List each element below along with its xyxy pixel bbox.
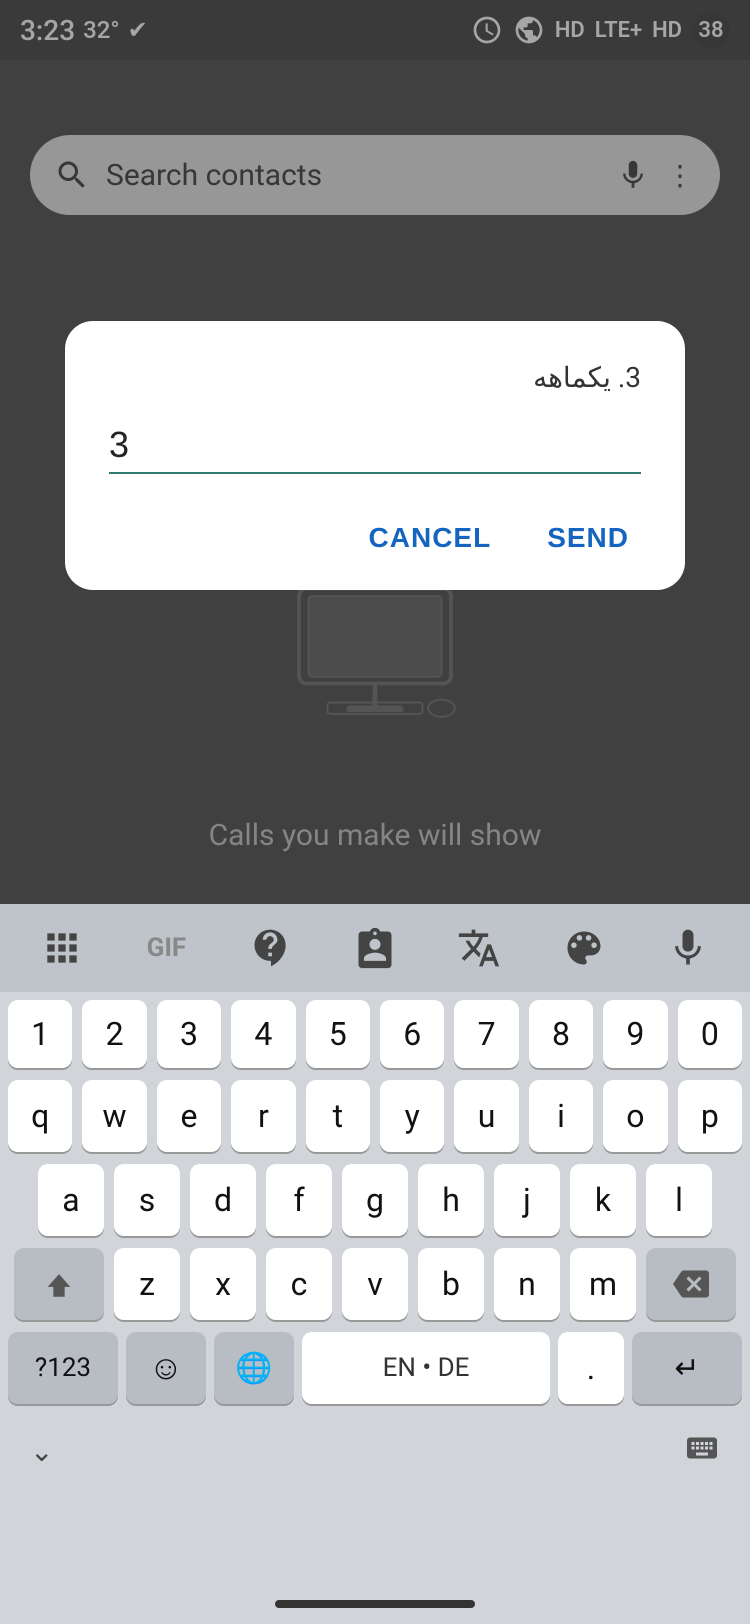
translate-icon	[457, 926, 501, 970]
gif-label: GIF	[147, 933, 187, 963]
palette-icon	[562, 926, 606, 970]
dialog: 3. یکماهه CANCEL SEND	[65, 321, 685, 590]
key-f[interactable]: f	[266, 1164, 332, 1236]
apps-icon	[40, 926, 84, 970]
key-w[interactable]: w	[82, 1080, 146, 1152]
dialog-input[interactable]	[109, 424, 641, 474]
dialog-actions: CANCEL SEND	[109, 514, 641, 562]
emoji-key[interactable]: ☺	[126, 1332, 206, 1404]
row-qwerty: q w e r t y u i o p	[8, 1080, 742, 1152]
clipboard-toolbar-button[interactable]	[335, 918, 415, 978]
row-zxcv: z x c v b n m	[8, 1248, 742, 1320]
dialog-overlay: 3. یکماهه CANCEL SEND	[0, 0, 750, 910]
key-y[interactable]: y	[380, 1080, 444, 1152]
keyboard-layout-icon	[684, 1430, 720, 1466]
keyboard-icon[interactable]	[684, 1430, 720, 1473]
gif-toolbar-button[interactable]: GIF	[126, 918, 206, 978]
palette-toolbar-button[interactable]	[544, 918, 624, 978]
key-b[interactable]: b	[418, 1248, 484, 1320]
backspace-icon	[673, 1266, 709, 1302]
key-3[interactable]: 3	[157, 1000, 221, 1068]
key-c[interactable]: c	[266, 1248, 332, 1320]
key-8[interactable]: 8	[529, 1000, 593, 1068]
mic-toolbar-button[interactable]	[648, 918, 728, 978]
key-7[interactable]: 7	[454, 1000, 518, 1068]
key-a[interactable]: a	[38, 1164, 104, 1236]
key-9[interactable]: 9	[603, 1000, 667, 1068]
key-s[interactable]: s	[114, 1164, 180, 1236]
dialog-title: 3. یکماهه	[109, 361, 641, 394]
apps-toolbar-button[interactable]	[22, 918, 102, 978]
translate-toolbar-button[interactable]	[439, 918, 519, 978]
key-1[interactable]: 1	[8, 1000, 72, 1068]
key-k[interactable]: k	[570, 1164, 636, 1236]
keyboard: GIF	[0, 904, 750, 1624]
row-asdf: a s d f g h j k l	[8, 1164, 742, 1236]
period-key[interactable]: .	[558, 1332, 624, 1404]
sticker-icon	[249, 926, 293, 970]
key-e[interactable]: e	[157, 1080, 221, 1152]
key-r[interactable]: r	[231, 1080, 295, 1152]
shift-icon	[42, 1267, 76, 1301]
send-button[interactable]: SEND	[535, 514, 641, 562]
key-u[interactable]: u	[454, 1080, 518, 1152]
mic-toolbar-icon	[666, 926, 710, 970]
dialog-input-container	[109, 424, 641, 474]
key-h[interactable]: h	[418, 1164, 484, 1236]
number-row: 1 2 3 4 5 6 7 8 9 0	[8, 1000, 742, 1068]
row-bottom: ?123 ☺ 🌐 EN • DE . ↵	[8, 1332, 742, 1404]
key-g[interactable]: g	[342, 1164, 408, 1236]
keyboard-bottom-bar: ⌄	[0, 1416, 750, 1486]
key-4[interactable]: 4	[231, 1000, 295, 1068]
enter-key[interactable]: ↵	[632, 1332, 742, 1404]
key-p[interactable]: p	[678, 1080, 742, 1152]
shift-key[interactable]	[14, 1248, 104, 1320]
space-key[interactable]: EN • DE	[302, 1332, 550, 1404]
key-q[interactable]: q	[8, 1080, 72, 1152]
backspace-key[interactable]	[646, 1248, 736, 1320]
key-d[interactable]: d	[190, 1164, 256, 1236]
key-m[interactable]: m	[570, 1248, 636, 1320]
key-j[interactable]: j	[494, 1164, 560, 1236]
key-i[interactable]: i	[529, 1080, 593, 1152]
globe-key[interactable]: 🌐	[214, 1332, 294, 1404]
key-n[interactable]: n	[494, 1248, 560, 1320]
key-0[interactable]: 0	[678, 1000, 742, 1068]
sticker-toolbar-button[interactable]	[231, 918, 311, 978]
cancel-button[interactable]: CANCEL	[357, 514, 504, 562]
key-2[interactable]: 2	[82, 1000, 146, 1068]
key-l[interactable]: l	[646, 1164, 712, 1236]
hide-keyboard-button[interactable]: ⌄	[30, 1435, 53, 1468]
home-indicator	[275, 1600, 475, 1608]
key-z[interactable]: z	[114, 1248, 180, 1320]
clipboard-icon	[353, 926, 397, 970]
key-t[interactable]: t	[306, 1080, 370, 1152]
key-5[interactable]: 5	[306, 1000, 370, 1068]
key-v[interactable]: v	[342, 1248, 408, 1320]
keyboard-keys: 1 2 3 4 5 6 7 8 9 0 q w e r t y u i o p …	[0, 992, 750, 1404]
key-o[interactable]: o	[603, 1080, 667, 1152]
key-x[interactable]: x	[190, 1248, 256, 1320]
key-6[interactable]: 6	[380, 1000, 444, 1068]
keyboard-toolbar: GIF	[0, 904, 750, 992]
symbols-key[interactable]: ?123	[8, 1332, 118, 1404]
